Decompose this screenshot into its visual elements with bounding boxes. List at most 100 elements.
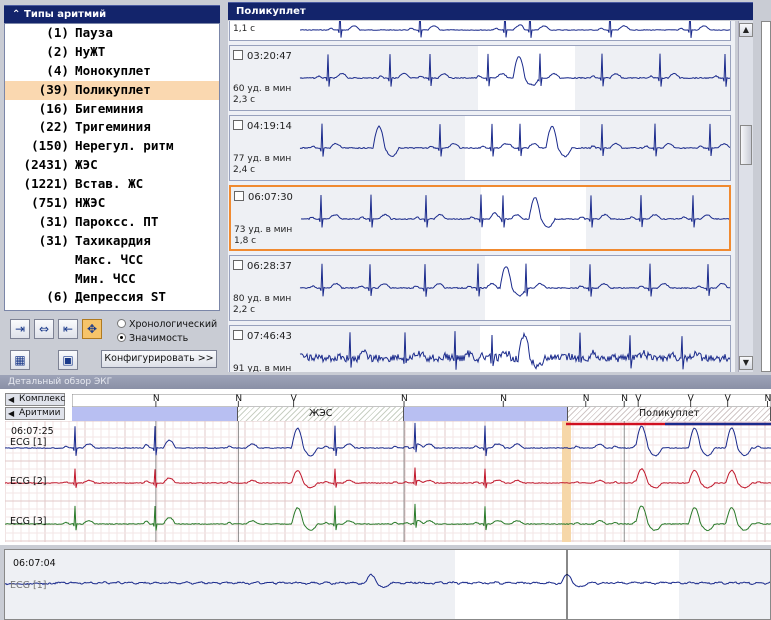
save-button[interactable]: ▣ [58,350,78,370]
arrhythmia-name: Пароксс. ПТ [75,213,159,229]
arrhythmia-type-item[interactable]: (1) Пауза [5,24,219,43]
arrhythmia-count: (22) [38,119,69,135]
beat-label: N [235,394,242,404]
detail-ecg-plot[interactable]: 06:07:25 ECG [1] ECG [2] ECG [3] [5,421,771,542]
strip-info: 06:28:37 80 уд. в мин 2,2 с [233,260,292,317]
arrhythmia-type-item[interactable]: (39) Поликуплет [5,80,219,100]
holter-ecg-window: ⌃ Типы аритмий (1) Пауза (2) НуЖТ (4) Монокупл… [0,0,771,620]
arrhythmia-type-item[interactable]: (16) Бигеминия [5,100,219,119]
radio-on-icon [117,333,126,342]
arrhythmia-strip[interactable]: 06:28:37 80 уд. в мин 2,2 с [229,255,731,321]
channel-1-label: ECG [1] [10,437,47,448]
strip-time: 06:07:30 [248,192,293,203]
arrhythmia-strip[interactable]: 07:46:43 91 уд. в мин [229,325,731,372]
complex-row-header[interactable]: ◀ Комплекс [5,393,65,406]
beat-label: N [765,394,771,404]
expand-left-button[interactable]: ⇥ [10,319,30,339]
sort-chronological-radio[interactable]: Хронологический [117,319,217,331]
arrhythmia-count: (1) [46,25,69,40]
arrhythmia-type-item[interactable]: (31) Пароксс. ПТ [5,213,219,232]
arrhythmia-name: Поликуплет [75,81,151,97]
arrhythmia-name: Тригеминия [75,119,151,135]
strip-heart-rate: 80 уд. в мин [233,293,292,304]
arrow-both-icon: ⇔ [38,322,50,336]
arrhythmia-count: (1221) [23,176,70,192]
rhythm-segment[interactable]: ЖЭС [238,407,405,421]
side-scrollbar[interactable] [761,21,771,372]
arrhythmia-types-title-text: Типы аритмий [24,9,107,20]
triangle-down-icon: ▼ [742,358,750,367]
radio-off-icon [117,319,126,328]
configure-button[interactable]: Конфигурировать >> [101,350,217,368]
strip-checkbox[interactable] [233,120,243,130]
beat-label: N [153,394,160,404]
strip-ecg-trace [230,46,730,110]
expand-both-button[interactable]: ⇔ [34,319,54,339]
arrhythmia-strip[interactable]: 06:07:30 73 уд. в мин 1,8 с [229,185,731,251]
strip-checkbox[interactable] [233,330,243,340]
strip-ecg-trace [230,256,730,320]
strip-info: 04:19:14 77 уд. в мин 2,4 с [233,120,292,177]
arrhythmia-name: НЖЭС [75,195,106,211]
arrhythmia-count: (31) [38,213,69,229]
center-button[interactable]: ✥ [82,319,102,339]
arrhythmia-type-item[interactable]: (4) Монокуплет [5,62,219,81]
triangle-up-icon: ▲ [742,25,750,34]
arrhythmia-type-item[interactable]: (751) НЖЭС [5,194,219,213]
strip-time: 04:19:14 [247,121,292,132]
arrhythmia-type-item[interactable]: (22) Тригеминия [5,118,219,137]
sort-significance-label: Значимость [129,333,189,344]
beat-label-row: NNVNNNNVVVN [72,394,771,407]
strip-partial[interactable]: 1,1 с [229,21,731,41]
rhythm-row-header[interactable]: ◀ Аритмии [5,407,65,420]
strip-duration: 1,1 с [233,24,256,34]
arrhythmia-count: (751) [31,195,69,211]
scrollbar-thumb[interactable] [740,125,752,165]
floppy-disk-icon: ▣ [62,353,74,367]
strips-panel-title: Поликуплет [228,2,753,20]
arrhythmia-strip[interactable]: 03:20:47 60 уд. в мин 2,3 с [229,45,731,111]
arrhythmia-type-item[interactable]: Мин. ЧСС [5,270,219,289]
arrhythmia-type-item[interactable]: Макс. ЧСС [5,251,219,270]
collapse-right-button[interactable]: ⇤ [58,319,78,339]
beat-label: V [635,394,642,404]
scroll-down-button[interactable]: ▼ [739,356,753,370]
strip-duration: 2,3 с [233,95,256,105]
arrhythmia-type-item[interactable]: (31) Тахикардия [5,232,219,251]
arrhythmia-types-title[interactable]: ⌃ Типы аритмий [4,5,220,23]
strip-info: 03:20:47 60 уд. в мин 2,3 с [233,50,292,107]
arrow-left-icon: ⇤ [62,322,74,336]
beat-label: N [583,394,590,404]
sort-significance-radio[interactable]: Значимость [117,333,188,345]
arrhythmia-type-list: (1) Пауза (2) НуЖТ (4) Монокуплет (39) Поликупл… [4,23,220,311]
beat-label: V [725,394,732,404]
arrhythmia-strip[interactable]: 04:19:14 77 уд. в мин 2,4 с [229,115,731,181]
strip-info: 06:07:30 73 уд. в мин 1,8 с [234,191,293,248]
arrhythmia-type-item[interactable]: (150) Нерегул. ритм [5,137,219,156]
list-controls: ⇥ ⇔ ⇤ ✥ Хронологический Значимость ▦ ▣ К… [4,314,220,372]
arrhythmia-type-item[interactable]: (6) Депрессия ST [5,288,219,307]
strip-checkbox[interactable] [233,260,243,270]
scroll-up-button[interactable]: ▲ [739,23,753,37]
arrhythmia-type-item[interactable]: (2) НуЖТ [5,43,219,62]
table-view-button[interactable]: ▦ [10,350,30,370]
overview-ecg-panel[interactable]: 06:07:04 ECG [1] [4,549,771,620]
strip-scrollbar[interactable]: ▲ ▼ [738,21,753,372]
arrhythmia-type-item[interactable]: (2431) ЖЭС [5,156,219,175]
rhythm-segment[interactable] [404,407,569,421]
strip-checkbox[interactable] [233,50,243,60]
strip-checkbox[interactable] [234,191,244,201]
strip-ecg-trace [300,21,730,40]
channel-3-label: ECG [3] [10,516,47,527]
strip-time: 06:28:37 [247,261,292,272]
strip-info: 07:46:43 91 уд. в мин [233,330,292,372]
rhythm-segment[interactable]: Поликуплет [568,407,771,421]
arrhythmia-type-item[interactable]: (1221) Встав. ЖС [5,175,219,194]
arrhythmia-types-panel: ⌃ Типы аритмий (1) Пауза (2) НуЖТ (4) Монокупл… [0,0,224,374]
beat-label: N [401,394,408,404]
rhythm-segment[interactable] [72,407,239,421]
chevron-up-icon[interactable]: ⌃ [12,6,24,24]
arrhythmia-name: Монокуплет [75,62,151,78]
arrhythmia-name: Встав. ЖС [75,176,144,192]
triangle-left-icon: ◀ [8,395,15,404]
